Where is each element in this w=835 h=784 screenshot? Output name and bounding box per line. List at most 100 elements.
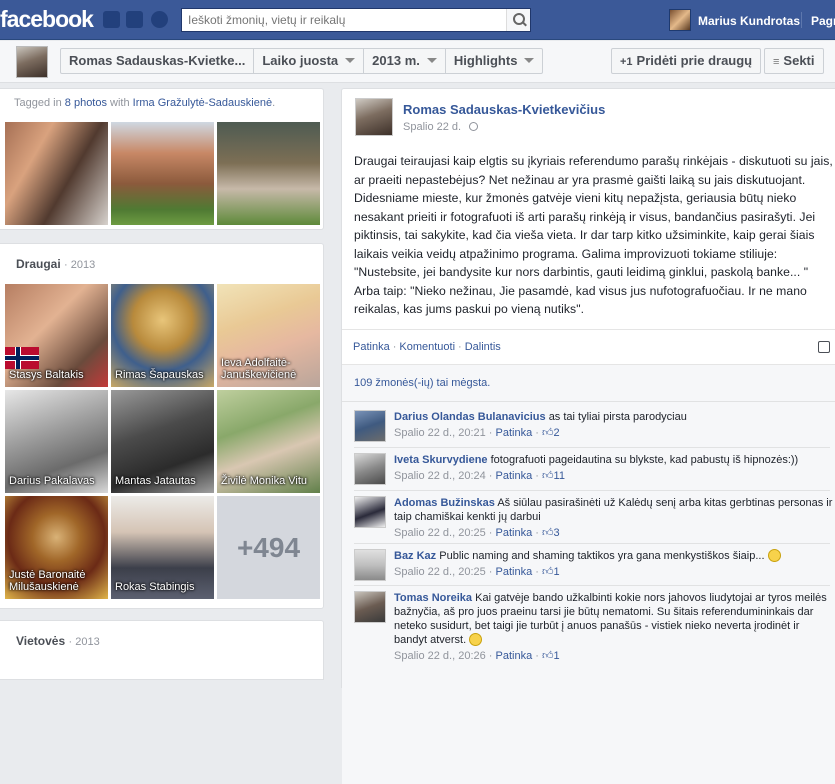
commenter-avatar[interactable] <box>354 453 386 485</box>
divider <box>342 329 835 330</box>
friend-name: Darius Pakalavas <box>9 475 95 487</box>
feedback-box: 109 žmonės(-ių) tai mėgsta. Darius Oland… <box>342 364 835 784</box>
profile-name-button[interactable]: Romas Sadauskas-Kvietke... <box>61 49 255 73</box>
places-year: · 2013 <box>68 636 100 648</box>
comment-time[interactable]: Spalio 22 d., 20:21 <box>394 427 486 439</box>
commenter-name[interactable]: Darius Olandas Bulanavicius <box>394 411 546 423</box>
friends-card: Draugai · 2013 Stasys Baltakis Rimas Šap… <box>0 243 324 609</box>
friends-heading[interactable]: Draugai · 2013 <box>16 257 95 271</box>
tagged-photo[interactable] <box>5 122 108 225</box>
search-icon[interactable] <box>506 9 530 31</box>
friend-tile[interactable]: Darius Pakalavas <box>5 390 108 493</box>
profile-avatar[interactable] <box>16 46 48 78</box>
friend-tile[interactable]: Stasys Baltakis <box>5 284 108 387</box>
comment-like-count[interactable]: 3 <box>554 527 560 539</box>
timeline-dropdown[interactable]: Laiko juosta <box>254 49 365 73</box>
user-name-link[interactable]: Marius Kundrotas <box>698 14 800 28</box>
highlights-dropdown[interactable]: Highlights <box>446 49 543 73</box>
tagged-person-link[interactable]: Irma Gražulytė-Sadauskienė <box>133 97 272 109</box>
post-text: Draugai teiraujasi kaip elgtis su įkyria… <box>354 154 833 316</box>
friends-title: Draugai <box>16 257 61 271</box>
tagged-photo[interactable] <box>217 122 320 225</box>
comment-like-link[interactable]: Patinka <box>496 566 533 578</box>
highlights-label: Highlights <box>453 53 518 68</box>
comment-like-link[interactable]: Patinka <box>496 527 533 539</box>
profile-name-label: Romas Sadauskas-Kvietke... <box>69 53 246 68</box>
places-heading[interactable]: Vietovės · 2013 <box>16 634 100 648</box>
share-link[interactable]: Dalintis <box>465 341 501 353</box>
comment-body: Adomas Bužinskas Aš siūlau pasirašinėti … <box>394 496 834 540</box>
thumbs-up-icon: 👍︎ <box>542 527 554 539</box>
post-author-avatar[interactable] <box>355 98 393 136</box>
more-friends-tile[interactable]: +494 <box>217 496 320 599</box>
user-avatar[interactable] <box>669 9 691 31</box>
divider <box>354 585 830 586</box>
comment-like-count[interactable]: 2 <box>554 427 560 439</box>
tagged-photos-card: Tagged in 8 photos with Irma Gražulytė-S… <box>0 88 324 230</box>
friend-name: Živilė Monika Vitu <box>221 475 307 487</box>
notifications-globe-icon[interactable] <box>151 11 168 28</box>
facebook-logo[interactable]: facebook <box>0 6 94 33</box>
comment-time[interactable]: Spalio 22 d., 20:25 <box>394 527 486 539</box>
comment-meta: Spalio 22 d., 20:24 · Patinka · 👍︎11 <box>394 470 565 482</box>
tagged-text: Tagged in 8 photos with Irma Gražulytė-S… <box>14 97 275 109</box>
commenter-avatar[interactable] <box>354 549 386 581</box>
smiley-icon <box>469 633 483 646</box>
commenter-name[interactable]: Iveta Skurvydiene <box>394 454 488 466</box>
commenter-name[interactable]: Tomas Noreika <box>394 592 472 604</box>
comment-like-count[interactable]: 1 <box>554 650 560 662</box>
thumbs-up-icon: 👍︎ <box>542 566 554 578</box>
tagged-photos-link[interactable]: 8 photos <box>65 97 107 109</box>
comment-like-link[interactable]: Patinka <box>496 650 533 662</box>
divider <box>354 490 830 491</box>
commenter-avatar[interactable] <box>354 496 386 528</box>
messages-icon[interactable] <box>126 11 143 28</box>
commenter-name[interactable]: Adomas Bužinskas <box>394 497 495 509</box>
post-author-name[interactable]: Romas Sadauskas-Kvietkevičius <box>403 102 605 117</box>
friend-requests-icon[interactable] <box>103 11 120 28</box>
follow-button[interactable]: ≡ Sekti <box>764 48 824 74</box>
comment-like-count[interactable]: 11 <box>554 470 565 482</box>
likes-count-link[interactable]: 109 žmonės(-ių) tai mėgsta. <box>354 377 490 389</box>
comment-like-count[interactable]: 1 <box>554 566 560 578</box>
comment-text: Public naming and shaming taktikos yra g… <box>439 550 765 562</box>
timeline-label: Laiko juosta <box>262 53 339 68</box>
comment-like-link[interactable]: Patinka <box>496 427 533 439</box>
share-options-icon[interactable] <box>818 341 830 353</box>
friend-tile[interactable]: Rokas Stabingis <box>111 496 214 599</box>
places-title: Vietovės <box>16 634 66 648</box>
post-date: Spalio 22 d. <box>403 121 479 133</box>
friend-tile[interactable]: Živilė Monika Vitu <box>217 390 320 493</box>
comment-time[interactable]: Spalio 22 d., 20:24 <box>394 470 486 482</box>
post-date-link[interactable]: Spalio 22 d. <box>403 121 461 133</box>
friend-tile[interactable]: Rimas Šapauskas <box>111 284 214 387</box>
privacy-globe-icon[interactable] <box>469 122 479 131</box>
comment-like-link[interactable]: Patinka <box>496 470 533 482</box>
comment-link[interactable]: Komentuoti <box>399 341 455 353</box>
friend-tile[interactable]: Ieva Adolfaitė-Januškevičienė <box>217 284 320 387</box>
tagged-photo[interactable] <box>111 122 214 225</box>
thumbs-up-icon: 👍︎ <box>542 470 554 482</box>
tagged-prefix: Tagged in <box>14 97 62 109</box>
comment-time[interactable]: Spalio 22 d., 20:26 <box>394 650 486 662</box>
commenter-avatar[interactable] <box>354 591 386 623</box>
thumbs-up-icon: 👍︎ <box>542 427 554 439</box>
thumbs-up-icon: 👍︎ <box>542 650 554 662</box>
friend-tile[interactable]: Justė Baronaitė Milušauskienė <box>5 496 108 599</box>
friend-tile[interactable]: Mantas Jatautas <box>111 390 214 493</box>
add-friend-button[interactable]: +1 Pridėti prie draugų <box>611 48 762 74</box>
divider <box>801 12 802 28</box>
comment-time[interactable]: Spalio 22 d., 20:25 <box>394 566 486 578</box>
friend-name: Ieva Adolfaitė-Januškevičienė <box>221 357 297 381</box>
commenter-avatar[interactable] <box>354 410 386 442</box>
year-dropdown[interactable]: 2013 m. <box>364 49 446 73</box>
home-link[interactable]: Pagrin <box>811 14 835 28</box>
friends-year: · 2013 <box>64 259 96 271</box>
search-input[interactable] <box>182 9 502 31</box>
like-link[interactable]: Patinka <box>353 341 390 353</box>
comment-text: as tai tyliai pirsta parodyciau <box>548 411 687 423</box>
year-label: 2013 m. <box>372 53 420 68</box>
comment-body: Darius Olandas Bulanavicius as tai tylia… <box>394 410 834 440</box>
separator-dot: · <box>458 341 462 353</box>
commenter-name[interactable]: Baz Kaz <box>394 550 436 562</box>
